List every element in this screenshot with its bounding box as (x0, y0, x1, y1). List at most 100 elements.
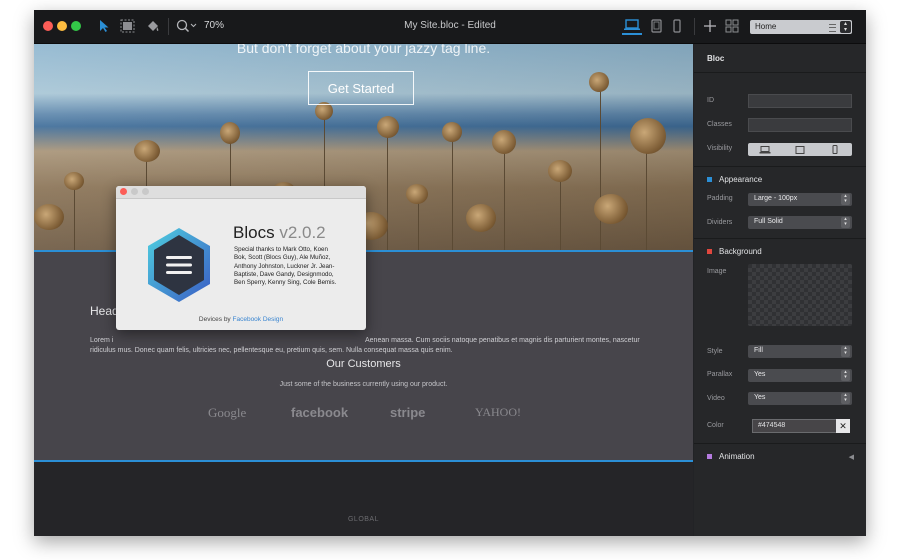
credits-line: Ben Sperry, Kenny Sing, Cole Bemis. (234, 279, 337, 287)
classes-label: Classes (707, 121, 732, 128)
divider (694, 443, 866, 444)
menu-lines-icon (829, 24, 836, 32)
flower-head (594, 194, 628, 224)
flower-head (492, 130, 516, 154)
background-section[interactable]: Background (719, 247, 762, 256)
parallax-select[interactable]: Yes ▴ ▾ (748, 369, 852, 382)
about-close-button[interactable] (120, 188, 127, 195)
app-version: v2.0.2 (279, 223, 326, 242)
section-heading: Head (90, 304, 119, 318)
visibility-label: Visibility (707, 145, 733, 152)
inspector-panel: Bloc ID Classes Visibility Appearance Pa… (694, 44, 866, 536)
about-footer: Devices by Facebook Design (116, 316, 366, 323)
flower-head (220, 122, 240, 144)
stepper-arrows-icon: ▴ ▾ (840, 21, 851, 33)
flower-head (442, 122, 462, 142)
app-window: 70% My Site.bloc - Edited Home ▴ ▾ But d… (34, 10, 866, 536)
video-label: Video (707, 395, 725, 402)
visibility-tablet-icon[interactable] (783, 143, 817, 156)
hero-tagline: But don't forget about your jazzy tag li… (236, 44, 491, 56)
global-footer-bloc[interactable] (34, 462, 693, 536)
about-minimize-button (131, 188, 138, 195)
padding-select[interactable]: Large - 100px ▴ ▾ (748, 193, 852, 206)
yahoo-logo: YAHOO! (475, 405, 521, 419)
padding-label: Padding (707, 195, 733, 202)
title-bar: 70% My Site.bloc - Edited Home ▴ ▾ (34, 10, 866, 44)
facebook-design-link[interactable]: Facebook Design (233, 316, 284, 323)
global-label: GLOBAL (347, 516, 379, 523)
dividers-select[interactable]: Full Solid ▴ ▾ (748, 216, 852, 229)
divider (694, 72, 866, 73)
flower-head (134, 140, 160, 162)
toolbar-divider (694, 18, 695, 35)
credits-line: Baptiste, Dave Gandy, Designmodo, (234, 270, 334, 278)
video-value: Yes (754, 394, 766, 401)
animation-marker (707, 454, 712, 459)
app-name: Blocs (233, 223, 275, 242)
flower-head (406, 184, 428, 204)
classes-field[interactable] (748, 118, 852, 132)
stepper-arrows-icon: ▴ ▾ (841, 194, 850, 205)
style-value: Fill (754, 347, 763, 354)
style-select[interactable]: Fill ▴ ▾ (748, 345, 852, 358)
page-select[interactable]: Home ▴ ▾ (750, 20, 852, 34)
grid-view-icon[interactable] (724, 17, 740, 35)
flower-head (377, 116, 399, 138)
style-label: Style (707, 348, 723, 355)
id-field[interactable] (748, 94, 852, 108)
color-label: Color (707, 422, 724, 429)
stepper-arrows-icon: ▴ ▾ (841, 346, 850, 357)
inspector-header: Bloc (707, 54, 725, 63)
body-text-line: Aenean massa. Cum sociis natoque penatib… (365, 337, 640, 344)
facebook-logo: facebook (291, 405, 349, 420)
visibility-mobile-icon[interactable] (818, 143, 852, 156)
window-title: My Site.bloc - Edited (404, 20, 496, 31)
blocs-app-icon (144, 225, 214, 305)
flower-stem (452, 134, 453, 250)
add-bloc-icon[interactable] (702, 17, 718, 35)
flower-stem (387, 130, 388, 250)
page-select-value: Home (755, 22, 777, 31)
customers-subtitle: Just some of the business currently usin… (279, 381, 448, 388)
get-started-button[interactable]: Get Started (308, 71, 414, 105)
flower-stem (600, 84, 601, 250)
appearance-section[interactable]: Appearance (719, 175, 762, 184)
divider (694, 238, 866, 239)
flower-head (630, 118, 666, 154)
body-text-line: ridiculus mus. Donec quam felis, ultrici… (90, 347, 453, 354)
mobile-view-icon[interactable] (670, 17, 684, 35)
stepper-arrows-icon: ▴ ▾ (841, 370, 850, 381)
color-field[interactable]: #474548 (752, 419, 838, 433)
video-select[interactable]: Yes ▴ ▾ (748, 392, 852, 405)
stepper-arrows-icon: ▴ ▾ (841, 217, 850, 228)
dividers-label: Dividers (707, 219, 733, 226)
google-logo: Google (208, 405, 247, 420)
flower-stem (74, 184, 75, 250)
tablet-view-icon[interactable] (648, 17, 664, 35)
stepper-arrows-icon: ▴ ▾ (841, 393, 850, 404)
animation-section[interactable]: Animation (719, 452, 755, 461)
id-label: ID (707, 97, 714, 104)
clear-color-icon[interactable]: ✕ (836, 419, 850, 433)
visibility-desktop-icon[interactable] (748, 143, 782, 156)
about-titlebar (116, 186, 366, 199)
background-marker (707, 249, 712, 254)
about-footer-text: Devices by (198, 316, 231, 323)
flower-head (64, 172, 84, 190)
dividers-value: Full Solid (754, 218, 783, 225)
color-value: #474548 (758, 422, 786, 429)
flower-stem (560, 174, 561, 250)
padding-value: Large - 100px (754, 195, 798, 202)
flower-head (548, 160, 572, 182)
desktop-view-icon[interactable] (622, 17, 642, 35)
collapse-arrow-icon[interactable]: ◀ (849, 453, 854, 461)
divider (694, 166, 866, 167)
about-dialog: Blocs v2.0.2 Special thanks to Mark Otto… (116, 186, 366, 330)
background-image-well[interactable] (748, 264, 852, 326)
about-credits: Special thanks to Mark Otto, Koen Bok, S… (234, 246, 356, 287)
image-label: Image (707, 268, 727, 275)
visibility-toggle-group (748, 143, 852, 156)
stripe-logo: stripe (390, 405, 426, 420)
credits-line: Special thanks to Mark Otto, Koen (234, 246, 328, 253)
page-canvas[interactable]: But don't forget about your jazzy tag li… (34, 44, 693, 536)
